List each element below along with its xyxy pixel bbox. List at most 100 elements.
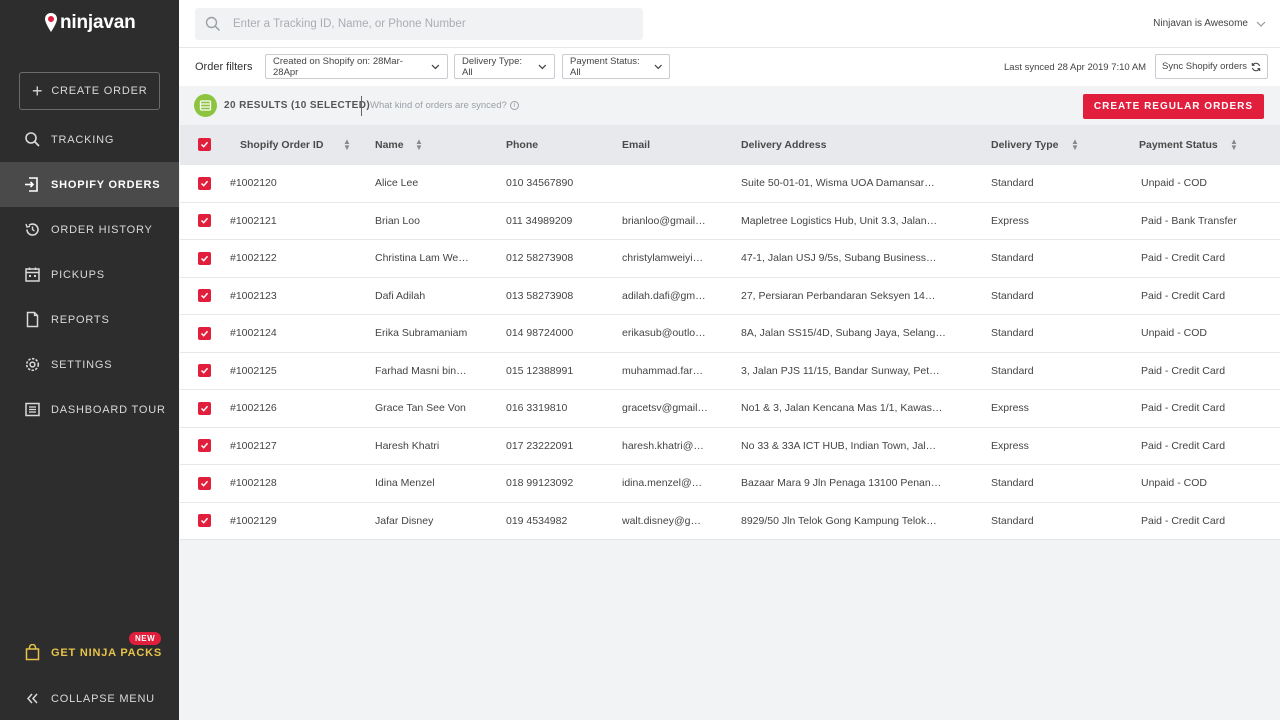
last-synced-text: Last synced 28 Apr 2019 7:10 AM: [1004, 62, 1147, 73]
column-header-delivery-type[interactable]: Delivery Type ▲ ▼: [991, 125, 1091, 164]
column-header-address: Delivery Address: [741, 125, 826, 164]
table-row[interactable]: #1002127 Haresh Khatri 017 23222091 haresh.…: [180, 426, 1280, 465]
phone-cell: 013 58273908: [506, 289, 574, 302]
row-checkbox[interactable]: [198, 514, 211, 528]
email-cell: idina.menzel@…: [622, 477, 703, 490]
sync-shopify-orders-button[interactable]: Sync Shopify orders: [1155, 54, 1269, 79]
collapse-menu-label: COLLAPSE MENU: [51, 692, 155, 705]
row-select-cell: [198, 428, 211, 465]
delivery-type-filter[interactable]: Delivery Type: All: [454, 54, 555, 79]
table-row[interactable]: #1002126 Grace Tan See Von 016 3319810 grac…: [180, 389, 1280, 427]
name-cell: Idina Menzel: [375, 477, 435, 490]
ninjavan-logo[interactable]: ninjavan: [44, 12, 136, 34]
shopping-bag-icon: [24, 644, 41, 661]
order-id-cell: #1002122: [230, 252, 277, 265]
search-input[interactable]: [233, 18, 633, 30]
checkmark-icon: [200, 330, 209, 337]
column-header-label: Email: [622, 138, 651, 151]
search-box[interactable]: [195, 8, 643, 40]
sidebar-item-order-history[interactable]: ORDER HISTORY: [0, 207, 179, 252]
row-checkbox[interactable]: [198, 326, 211, 340]
table-row[interactable]: #1002129 Jafar Disney 019 4534982 walt.disn…: [180, 501, 1280, 540]
sort-icon: ▲ ▼: [415, 136, 423, 152]
payment-status-cell: Paid - Credit Card: [1141, 364, 1226, 377]
order-id-cell: #1002120: [230, 177, 277, 190]
row-select-cell: [198, 165, 211, 202]
column-header-phone: Phone: [506, 125, 538, 164]
sort-icon: ▲ ▼: [343, 136, 351, 152]
table-row[interactable]: #1002123 Dafi Adilah 013 58273908 adilah.da…: [180, 276, 1280, 315]
order-id-cell: #1002124: [230, 327, 277, 340]
sidebar-item-pickups[interactable]: PICKUPS: [0, 252, 179, 297]
checkmark-icon: [200, 368, 209, 375]
checkmark-icon: [200, 218, 209, 225]
delivery-type-cell: Standard: [991, 477, 1034, 490]
row-checkbox[interactable]: [198, 289, 211, 303]
sidebar-item-settings[interactable]: SETTINGS: [0, 342, 179, 387]
table-row[interactable]: #1002128 Idina Menzel 018 99123092 idina.me…: [180, 464, 1280, 502]
column-header-order-id[interactable]: Shopify Order ID ▲ ▼: [240, 125, 360, 164]
search-icon: [24, 131, 41, 148]
delivery-type-cell: Standard: [991, 289, 1034, 302]
create-regular-orders-button[interactable]: CREATE REGULAR ORDERS: [1083, 94, 1264, 119]
sidebar-item-tracking[interactable]: TRACKING: [0, 117, 179, 162]
filter-bar: Order filters Created on Shopify on: 28M…: [179, 48, 1280, 86]
logo-text: ninjavan: [60, 12, 136, 33]
sidebar-item-reports[interactable]: REPORTS: [0, 297, 179, 342]
create-order-button[interactable]: + CREATE ORDER: [19, 72, 160, 110]
sidebar-item-label: SHOPIFY ORDERS: [51, 178, 161, 191]
table-row[interactable]: #1002121 Brian Loo 011 34989209 brianloo@gm…: [180, 201, 1280, 240]
select-all-checkbox[interactable]: [198, 138, 211, 151]
sidebar-item-label: ORDER HISTORY: [51, 223, 153, 236]
calendar-icon: [24, 266, 41, 283]
table-row[interactable]: #1002124 Erika Subramaniam 014 98724000 eri…: [180, 314, 1280, 352]
payment-status-cell: Paid - Credit Card: [1141, 439, 1226, 452]
row-checkbox[interactable]: [198, 364, 211, 378]
payment-status-filter[interactable]: Payment Status: All: [562, 54, 670, 79]
table-row[interactable]: #1002122 Christina Lam We… 012 58273908 chr…: [180, 239, 1280, 277]
row-checkbox[interactable]: [198, 476, 211, 490]
results-bar: 20 RESULTS (10 SELECTED) What kind of or…: [179, 87, 1280, 125]
email-cell: christylamweiyi…: [622, 252, 704, 265]
row-checkbox[interactable]: [198, 251, 211, 265]
created-date-filter[interactable]: Created on Shopify on: 28Mar-28Apr: [265, 54, 448, 79]
collapse-menu-button[interactable]: COLLAPSE MENU: [0, 676, 179, 720]
address-cell: 47-1, Jalan USJ 9/5s, Subang Business…: [741, 252, 937, 265]
chevron-down-icon: [654, 64, 662, 69]
address-cell: No 33 & 33A ICT HUB, Indian Town, Jal…: [741, 439, 937, 452]
user-menu[interactable]: Ninjavan is Awesome: [1153, 18, 1266, 29]
order-id-cell: #1002127: [230, 439, 277, 452]
row-select-cell: [198, 390, 211, 427]
row-select-cell: [198, 315, 211, 352]
sidebar-item-label: PICKUPS: [51, 268, 105, 281]
row-checkbox[interactable]: [198, 176, 211, 190]
phone-cell: 014 98724000: [506, 327, 574, 340]
delivery-type-cell: Standard: [991, 327, 1034, 340]
row-select-cell: [198, 503, 211, 540]
synced-orders-help-link[interactable]: What kind of orders are synced? i: [370, 100, 519, 111]
payment-status-cell: Unpaid - COD: [1141, 177, 1207, 190]
location-pin-icon: [45, 13, 57, 32]
chevron-down-icon: [431, 64, 440, 69]
column-header-payment-status[interactable]: Payment Status ▲ ▼: [1139, 125, 1249, 164]
email-cell: adilah.dafi@gm…: [622, 289, 706, 302]
table-row[interactable]: #1002120 Alice Lee 010 34567890 Suite 50-01…: [180, 164, 1280, 202]
sidebar-item-dashboard-tour[interactable]: DASHBOARD TOUR: [0, 387, 179, 432]
row-checkbox[interactable]: [198, 401, 211, 415]
sidebar-item-label: TRACKING: [51, 133, 115, 146]
checkmark-icon: [200, 443, 209, 450]
column-header-email: Email: [622, 125, 650, 164]
checkmark-icon: [200, 255, 209, 262]
table-row[interactable]: #1002125 Farhad Masni bin… 015 12388991 muh…: [180, 351, 1280, 390]
phone-cell: 011 34989209: [506, 214, 573, 227]
chevron-down-icon: [538, 64, 547, 69]
row-checkbox[interactable]: [198, 214, 211, 228]
delivery-type-cell: Express: [991, 214, 1029, 227]
name-cell: Haresh Khatri: [375, 439, 440, 452]
delivery-type-cell: Standard: [991, 177, 1034, 190]
row-checkbox[interactable]: [198, 439, 211, 453]
sidebar-item-shopify-orders[interactable]: SHOPIFY ORDERS: [0, 162, 179, 207]
delivery-type-cell: Standard: [991, 252, 1034, 265]
orders-stack-icon: [194, 94, 217, 117]
column-header-name[interactable]: Name ▲ ▼: [375, 125, 435, 164]
